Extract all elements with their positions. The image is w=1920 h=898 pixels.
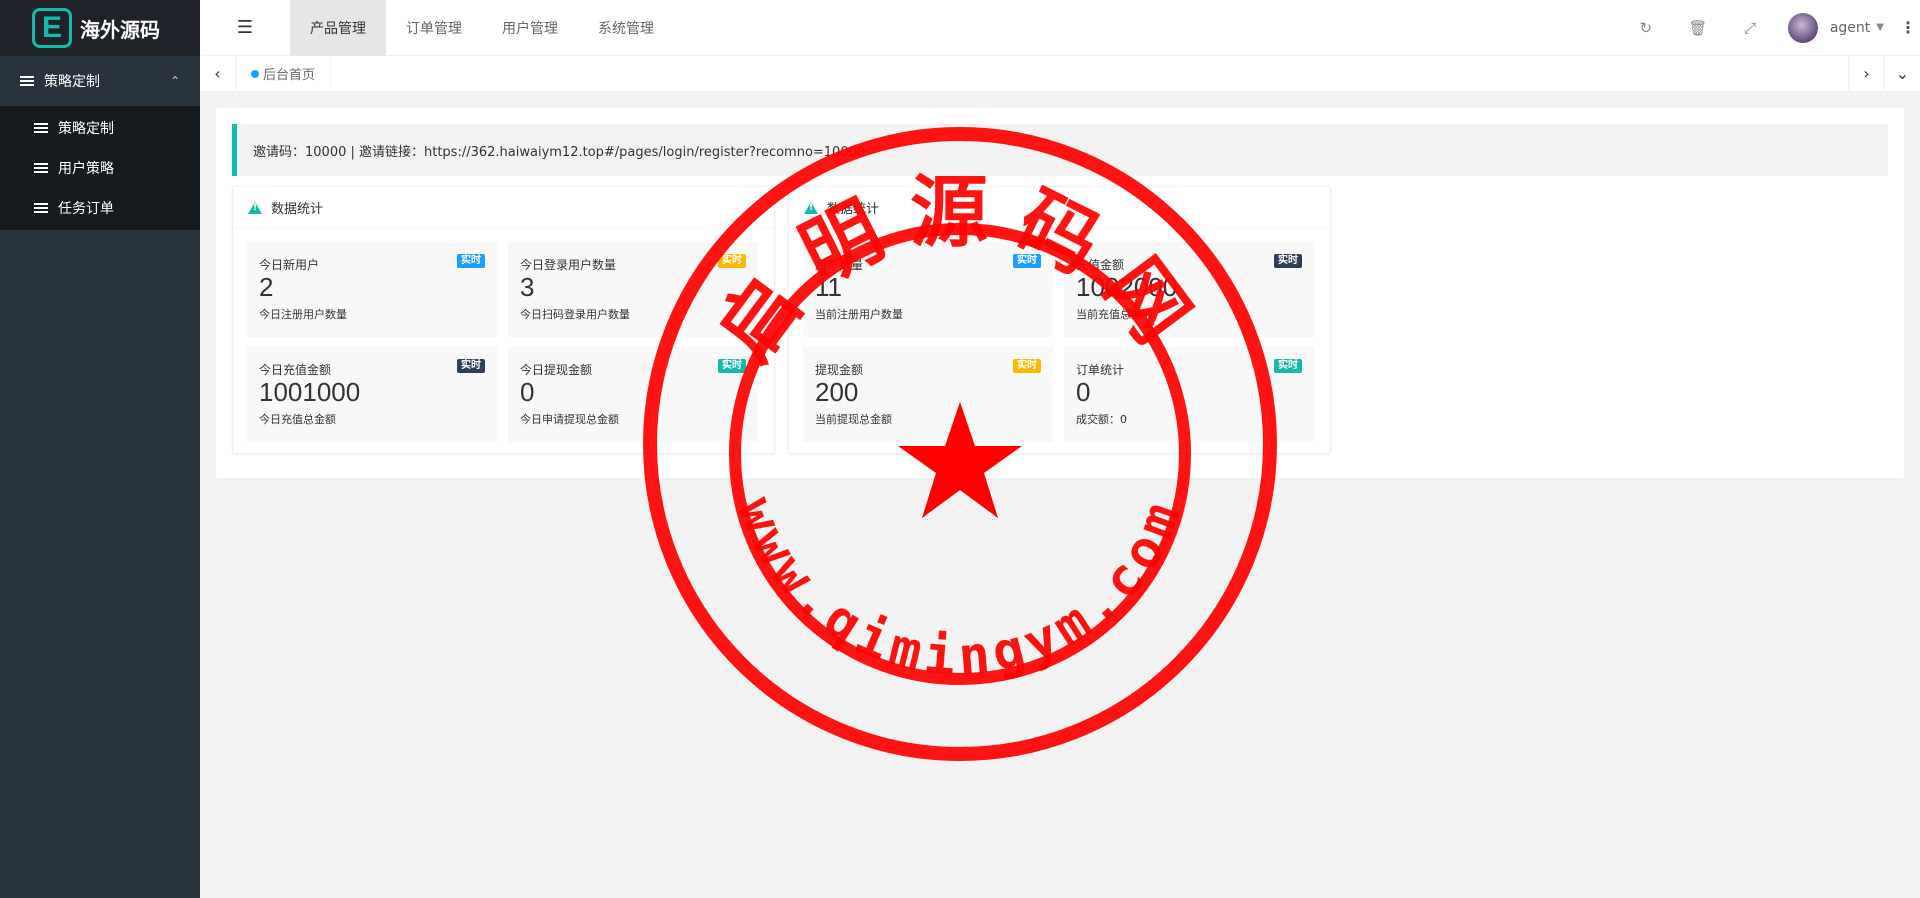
page-tabbar: ‹ 后台首页 › ⌄ [200,55,1920,92]
stat-label: 充值金额 [1076,258,1125,272]
logo-icon: E [32,8,72,48]
sidebar-item-label: 用户策略 [58,161,114,177]
logo[interactable]: E 海外源码 [0,0,200,56]
user-menu[interactable]: agent ▼ [1776,12,1896,43]
stat-label: 用户数量 [815,258,864,272]
realtime-badge: 实时 [1274,359,1302,373]
stats-card: 数据统计 今日新用户 实时 2 今日注册用户数量 今日登录用户数量 实时 3 今… [232,186,775,454]
stat-today-recharge: 今日充值金额 实时 1001000 今日充值总金额 [247,347,497,442]
stat-label: 提现金额 [815,363,864,377]
realtime-badge: 实时 [457,359,485,373]
stat-label: 订单统计 [1076,363,1125,377]
stat-description: 当前提现总金额 [815,413,892,426]
sidebar-item-task-orders[interactable]: 任务订单 [0,188,200,228]
sidebar-item-label: 任务订单 [58,201,114,217]
stat-value: 0 [1076,377,1091,407]
sidebar: E 海外源码 策略定制 ⌃ 策略定制 用户策略 任务订单 [0,0,200,898]
stat-description: 今日申请提现总金额 [520,413,619,426]
stat-withdraw-total: 提现金额 实时 200 当前提现总金额 [803,347,1053,442]
list-icon [34,162,48,174]
warning-icon [804,201,818,214]
stat-description: 今日扫码登录用户数量 [520,308,630,321]
fullscreen-icon[interactable]: ⤢ [1724,0,1776,56]
list-icon [34,202,48,214]
stat-today-login-users: 今日登录用户数量 实时 3 今日扫码登录用户数量 [508,242,758,337]
stat-recharge-total: 充值金额 实时 1002000 当前充值总金额 [1064,242,1314,337]
nav-tab-products[interactable]: 产品管理 [290,0,386,56]
stat-description: 今日注册用户数量 [259,308,347,321]
realtime-badge: 实时 [718,359,746,373]
list-icon [20,75,34,87]
realtime-badge: 实时 [718,254,746,268]
stat-description: 今日充值总金额 [259,413,336,426]
trash-icon[interactable]: 🗑 [1672,0,1724,56]
stat-order-count: 订单统计 实时 0 成交额：0 [1064,347,1314,442]
top-header: ☰ 产品管理 订单管理 用户管理 系统管理 ↻ 🗑 ⤢ agent ▼ ⋮ [200,0,1920,56]
nav-tab-users[interactable]: 用户管理 [482,0,578,56]
tab-scroll-right-icon[interactable]: › [1848,55,1884,92]
active-dot-icon [251,69,259,78]
stat-label: 今日提现金额 [520,363,593,377]
menu-fold-icon[interactable]: ☰ [200,0,290,56]
main-content: 邀请码：10000 | 邀请链接：https://362.haiwaiym12.… [216,108,1904,478]
tab-home[interactable]: 后台首页 [236,55,332,92]
sidebar-group-label: 策略定制 [44,74,100,90]
more-vertical-icon[interactable]: ⋮ [1896,0,1920,56]
stat-label: 今日新用户 [259,258,320,272]
realtime-badge: 实时 [1013,359,1041,373]
tab-menu-chevron-down-icon[interactable]: ⌄ [1884,55,1920,92]
stat-value: 200 [815,377,859,407]
stat-user-count: 用户数量 实时 11 当前注册用户数量 [803,242,1053,337]
stat-today-withdraw: 今日提现金额 实时 0 今日申请提现总金额 [508,347,758,442]
stat-value: 11 [815,272,842,302]
username: agent [1829,19,1871,36]
invite-banner: 邀请码：10000 | 邀请链接：https://362.haiwaiym12.… [232,124,1888,176]
logo-title: 海外源码 [80,17,160,42]
card-header: 数据统计 [233,187,774,229]
chevron-up-icon: ⌃ [169,74,180,88]
caret-down-icon: ▼ [1876,22,1884,33]
stat-value: 1001000 [259,377,361,407]
stat-description: 当前充值总金额 [1076,308,1153,321]
nav-tab-orders[interactable]: 订单管理 [386,0,482,56]
warning-icon [248,201,262,214]
stat-description: 当前注册用户数量 [815,308,903,321]
card-title: 数据统计 [271,202,324,217]
stat-label: 今日充值金额 [259,363,332,377]
card-title: 数据统计 [827,202,880,217]
realtime-badge: 实时 [1013,254,1041,268]
header-tools: ↻ 🗑 ⤢ agent ▼ ⋮ [1620,0,1920,56]
sidebar-item-user-strategy[interactable]: 用户策略 [0,148,200,188]
stat-value: 2 [259,272,274,302]
stat-value: 1002000 [1076,272,1178,302]
stat-description: 成交额：0 [1076,413,1127,426]
realtime-badge: 实时 [457,254,485,268]
stat-value: 0 [520,377,535,407]
realtime-badge: 实时 [1274,254,1302,268]
stat-value: 3 [520,272,535,302]
sidebar-item-label: 策略定制 [58,121,114,137]
tab-scroll-left-icon[interactable]: ‹ [200,55,236,92]
avatar [1787,12,1818,43]
list-icon [34,122,48,134]
card-header: 数据统计 [789,187,1330,229]
sidebar-item-strategy-custom[interactable]: 策略定制 [0,108,200,148]
nav-tab-system[interactable]: 系统管理 [578,0,674,56]
watermark-bottom-text: www.qimingym.com [726,490,1195,688]
sidebar-submenu: 策略定制 用户策略 任务订单 [0,106,200,230]
stat-today-new-users: 今日新用户 实时 2 今日注册用户数量 [247,242,497,337]
sidebar-group-strategy[interactable]: 策略定制 ⌃ [0,56,200,106]
stat-label: 今日登录用户数量 [520,258,617,272]
tab-home-label: 后台首页 [263,68,316,83]
refresh-icon[interactable]: ↻ [1620,0,1672,56]
stats-card: 数据统计 用户数量 实时 11 当前注册用户数量 充值金额 实时 1002000… [788,186,1331,454]
